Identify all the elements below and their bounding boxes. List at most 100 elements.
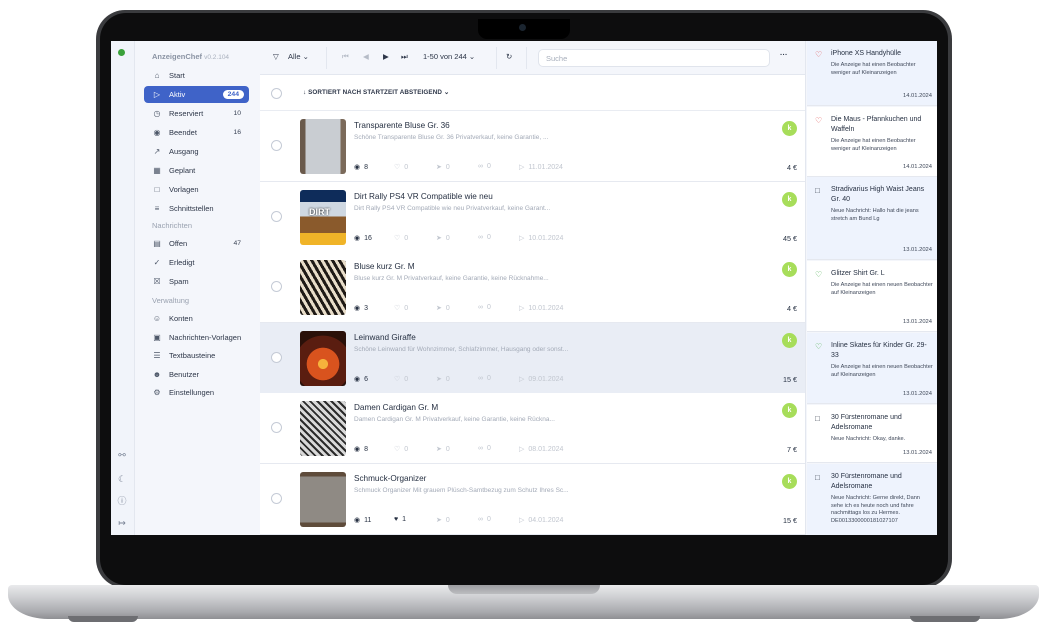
listing-title[interactable]: Bluse kurz Gr. M <box>354 262 415 271</box>
help-icon[interactable]: ⓘ <box>116 495 128 507</box>
notification-body: Die Anzeige hat einen neuen Beobachter a… <box>831 282 933 296</box>
listing-row[interactable]: Leinwand Giraffe Schöne Leinwand für Wohn… <box>260 322 805 394</box>
listing-description: Schöne Transparente Bluse Gr. 36 Privatv… <box>354 134 549 141</box>
sidebar-item-offen[interactable]: ▤ Offen 47 <box>144 235 249 252</box>
sort-select[interactable]: ↓ SORTIERT NACH STARTZEIT ABSTEIGEND ⌄ <box>303 89 449 96</box>
users-icon: ☻ <box>152 369 162 379</box>
share-icon: ➤ <box>436 516 442 524</box>
calendar-icon: ▦ <box>153 166 161 175</box>
row-checkbox[interactable] <box>271 492 282 504</box>
row-checkbox[interactable] <box>271 351 282 363</box>
stat-links: ∞ 0 <box>478 234 491 241</box>
sidebar-item-einstellungen[interactable]: ⚙ Einstellungen <box>144 384 249 401</box>
play-circle-icon: ▷ <box>153 90 161 99</box>
listing-thumbnail[interactable] <box>300 119 346 174</box>
listing-thumbnail[interactable] <box>300 330 346 386</box>
share-icon: ➤ <box>436 305 442 312</box>
listing-thumbnail[interactable] <box>300 401 346 456</box>
logout-icon[interactable]: ↦ <box>116 517 128 529</box>
filter-select[interactable]: Alle ⌄ <box>288 52 309 61</box>
heart-icon: ♡ <box>394 234 401 242</box>
sidebar-item-label: Reserviert <box>169 109 204 118</box>
moon-icon[interactable]: ☾ <box>116 473 128 485</box>
listing-row[interactable]: Schmuck-Organizer Schmuck Organizer Mit g… <box>260 463 805 535</box>
kleinanzeigen-badge: k <box>782 191 797 207</box>
sidebar-item-erledigt[interactable]: ✓ Erledigt <box>144 254 249 271</box>
listing-thumbnail[interactable] <box>300 471 346 527</box>
row-checkbox[interactable] <box>271 422 282 433</box>
stat-shares: ➤ 0 <box>436 163 450 171</box>
first-page-icon[interactable]: ⏮ <box>342 52 349 62</box>
search-input[interactable]: Suche <box>538 49 770 67</box>
sidebar-item-benutzer[interactable]: ☻ Benutzer <box>144 366 249 383</box>
prev-page-icon[interactable]: ◀ <box>363 52 369 61</box>
sidebar-item-label: Offen <box>169 239 188 248</box>
next-page-icon[interactable]: ▶ <box>383 52 389 61</box>
sidebar-item-textbausteine[interactable]: ☰ Textbausteine <box>144 347 249 364</box>
listing-title[interactable]: Transparente Bluse Gr. 36 <box>354 121 450 130</box>
notification-card[interactable]: □ 30 Fürstenromane und Adelsromane Neue Na… <box>807 464 937 535</box>
link-icon: ∞ <box>478 163 483 170</box>
heart-icon: ♡ <box>394 305 401 312</box>
row-checkbox[interactable] <box>271 140 282 151</box>
shopping-bag-icon[interactable]: ⚯ <box>116 449 128 461</box>
stat-shares-value: 0 <box>445 305 450 312</box>
listing-row[interactable]: Bluse kurz Gr. M Bluse kurz Gr. M Privatv… <box>260 252 805 323</box>
sidebar-item-ausgang[interactable]: ↗ Ausgang <box>144 143 249 160</box>
listing-row[interactable]: Transparente Bluse Gr. 36 Schöne Transpar… <box>260 111 805 182</box>
listing-description: Schöne Leinwand für Wohnzimmer, Schlafzi… <box>354 345 569 353</box>
notification-card[interactable]: ♡ Die Maus - Pfannkuchen und Waffeln Die A… <box>807 107 937 177</box>
calendar-send-icon: ▷ <box>519 375 525 383</box>
row-checkbox[interactable] <box>271 281 282 292</box>
notification-card[interactable]: ♡ Glitzer Shirt Gr. L Die Anzeige hat eine… <box>807 261 937 332</box>
kleinanzeigen-badge: k <box>782 403 797 418</box>
stat-shares: ➤ 0 <box>436 304 450 312</box>
stat-views: ◉ 16 <box>354 234 372 242</box>
sidebar-item-count: 47 <box>233 240 241 247</box>
row-checkbox[interactable] <box>271 210 282 222</box>
listing-title[interactable]: Schmuck-Organizer <box>354 474 426 483</box>
listing-title[interactable]: Dirt Rally PS4 VR Compatible wie neu <box>354 192 493 201</box>
stat-links: ∞ 0 <box>478 375 491 382</box>
chat-icon: □ <box>815 473 820 482</box>
filter-icon[interactable]: ▽ <box>273 52 279 61</box>
notification-card[interactable]: ♡ iPhone XS Handyhülle Die Anzeige hat ein… <box>807 41 937 106</box>
sidebar-item-vorlagen[interactable]: □ Vorlagen <box>144 181 249 198</box>
toolbar-divider <box>496 47 497 69</box>
listing-description: Dirt Rally PS4 VR Compatible wie neu Pri… <box>354 204 551 212</box>
notification-card[interactable]: □ Stradivarius High Waist Jeans Gr. 40 Neu… <box>807 177 937 260</box>
refresh-icon[interactable]: ↻ <box>506 52 512 61</box>
listing-thumbnail[interactable] <box>300 260 346 315</box>
sidebar-item-aktiv[interactable]: ▷ Aktiv 244 <box>144 86 249 103</box>
sidebar-item-schnittstellen[interactable]: ≡ Schnittstellen <box>144 200 249 217</box>
app-screen: ⚯ ☾ ⓘ ↦ AnzeigenChef v0.2.104 ⌂ Start ▷ Akt… <box>111 41 937 535</box>
sidebar-item-nachrichten-vorlagen[interactable]: ▣ Nachrichten-Vorlagen <box>144 329 249 346</box>
notification-card[interactable]: ♡ Inline Skates für Kinder Gr. 29-33 Die A… <box>807 333 937 404</box>
sidebar-item-beendet[interactable]: ◉ Beendet 16 <box>144 124 249 141</box>
stat-views: ◉ 11 <box>354 516 371 524</box>
app-brand: AnzeigenChef v0.2.104 <box>152 52 229 61</box>
camera-icon <box>519 24 526 31</box>
listing-row[interactable]: Damen Cardigan Gr. M Damen Cardigan Gr. M… <box>260 393 805 464</box>
sidebar-item-geplant[interactable]: ▦ Geplant <box>144 162 249 179</box>
listing-title[interactable]: Damen Cardigan Gr. M <box>354 403 438 412</box>
sidebar-item-count: 16 <box>233 129 241 136</box>
user-icon: ☺ <box>152 314 162 323</box>
last-page-icon[interactable]: ⏭ <box>401 52 408 62</box>
page-range-select[interactable]: 1-50 von 244 ⌄ <box>423 52 475 61</box>
stat-likes-value: 0 <box>404 305 409 312</box>
sidebar-item-start[interactable]: ⌂ Start <box>144 67 249 84</box>
stat-date: ▷ 08.01.2024 <box>519 445 563 453</box>
sidebar-item-reserviert[interactable]: ◷ Reserviert 10 <box>144 105 249 122</box>
more-options-icon[interactable]: ··· <box>780 50 788 59</box>
listing-thumbnail[interactable]: DIRT <box>300 189 346 245</box>
sidebar-item-count: 10 <box>233 110 241 117</box>
listing-title[interactable]: Leinwand Giraffe <box>354 333 416 342</box>
sidebar-item-label: Textbausteine <box>169 351 216 360</box>
select-all-checkbox[interactable] <box>271 88 282 99</box>
notification-card[interactable]: □ 30 Fürstenromane und Adelsromane Neue Na… <box>807 405 937 463</box>
sidebar-item-spam[interactable]: ☒ Spam <box>144 273 249 290</box>
listing-row[interactable]: DIRT Dirt Rally PS4 VR Compatible wie neu… <box>260 181 805 253</box>
listing-price: 7 € <box>787 445 797 454</box>
sidebar-item-konten[interactable]: ☺ Konten <box>144 310 249 327</box>
